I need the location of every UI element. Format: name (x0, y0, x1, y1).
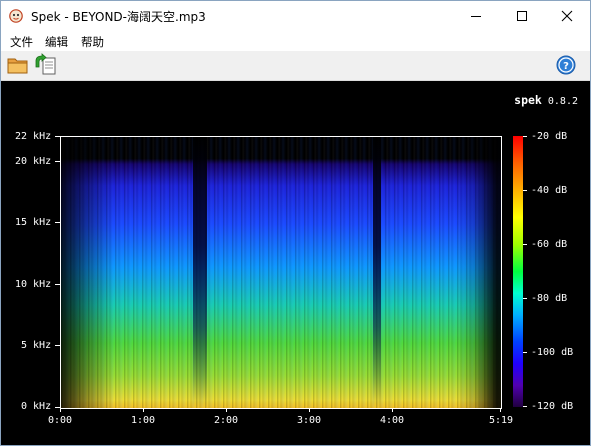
menu-file[interactable]: 文件 (10, 34, 33, 50)
spek-icon (9, 9, 23, 23)
y-tick (55, 222, 60, 223)
colorbar-label: -80 dB (531, 293, 568, 304)
colorbar-label: -60 dB (531, 239, 568, 250)
colorbar-label: -40 dB (531, 185, 568, 196)
maximize-icon (517, 11, 527, 21)
close-button[interactable] (544, 1, 590, 31)
x-tick (309, 408, 310, 412)
spectrogram-edge-fade (61, 137, 501, 408)
x-tick-label: 4:00 (380, 415, 405, 426)
save-export-icon (35, 53, 56, 75)
x-tick (60, 408, 61, 412)
y-tick-label: 5 kHz (21, 340, 52, 351)
y-tick (55, 284, 60, 285)
x-tick (392, 408, 393, 412)
brand-version: 0.8.2 (547, 96, 578, 107)
y-tick-label: 10 kHz (15, 279, 52, 290)
app-window: Spek - BEYOND-海阔天空.mp3 文件 编辑 帮助 ? spek 0… (0, 0, 591, 446)
x-tick (143, 408, 144, 412)
x-tick-label: 5:19 (489, 415, 514, 426)
colorbar-tick (523, 190, 527, 191)
title-bar[interactable]: Spek - BEYOND-海阔天空.mp3 (1, 1, 590, 31)
y-tick-label: 0 kHz (21, 401, 52, 412)
menu-help[interactable]: 帮助 (81, 34, 104, 50)
brand-label: spek 0.8.2 (514, 93, 578, 107)
window-title: Spek - BEYOND-海阔天空.mp3 (31, 10, 206, 24)
colorbar-tick (523, 406, 527, 407)
x-tick-label: 0:00 (48, 415, 73, 426)
spectrogram-canvas: spek 0.8.2 22 kHz 20 kHz 15 kHz 10 kHz 5… (1, 81, 590, 445)
save-button[interactable] (34, 53, 58, 77)
open-folder-icon (7, 58, 28, 74)
toolbar: ? (1, 51, 590, 81)
minimize-icon (471, 16, 481, 17)
colorbar-label: -120 dB (531, 401, 574, 412)
colorbar-tick (523, 298, 527, 299)
y-tick (55, 161, 60, 162)
brand-name: spek (514, 93, 542, 107)
menu-bar: 文件 编辑 帮助 (1, 31, 590, 51)
close-icon (561, 10, 573, 22)
y-tick-label: 15 kHz (15, 217, 52, 228)
colorbar-label: -100 dB (531, 347, 574, 358)
colorbar-tick (523, 352, 527, 353)
x-tick-label: 2:00 (214, 415, 239, 426)
x-tick-label: 1:00 (131, 415, 156, 426)
spectrogram-plot (60, 136, 502, 409)
y-tick-label: 20 kHz (15, 156, 52, 167)
x-tick-label: 3:00 (297, 415, 322, 426)
x-tick (226, 408, 227, 412)
y-tick (55, 136, 60, 137)
colorbar-tick (523, 244, 527, 245)
svg-text:?: ? (563, 61, 569, 72)
maximize-button[interactable] (499, 1, 545, 31)
y-tick (55, 345, 60, 346)
db-colorbar (513, 136, 523, 407)
help-icon: ? (556, 55, 576, 75)
colorbar-tick (523, 136, 527, 137)
y-tick-label: 22 kHz (15, 131, 52, 142)
open-button[interactable] (6, 53, 30, 77)
menu-edit[interactable]: 编辑 (45, 34, 68, 50)
help-button[interactable]: ? (554, 53, 578, 77)
x-tick (500, 408, 501, 412)
colorbar-label: -20 dB (531, 131, 568, 142)
minimize-button[interactable] (453, 1, 499, 31)
